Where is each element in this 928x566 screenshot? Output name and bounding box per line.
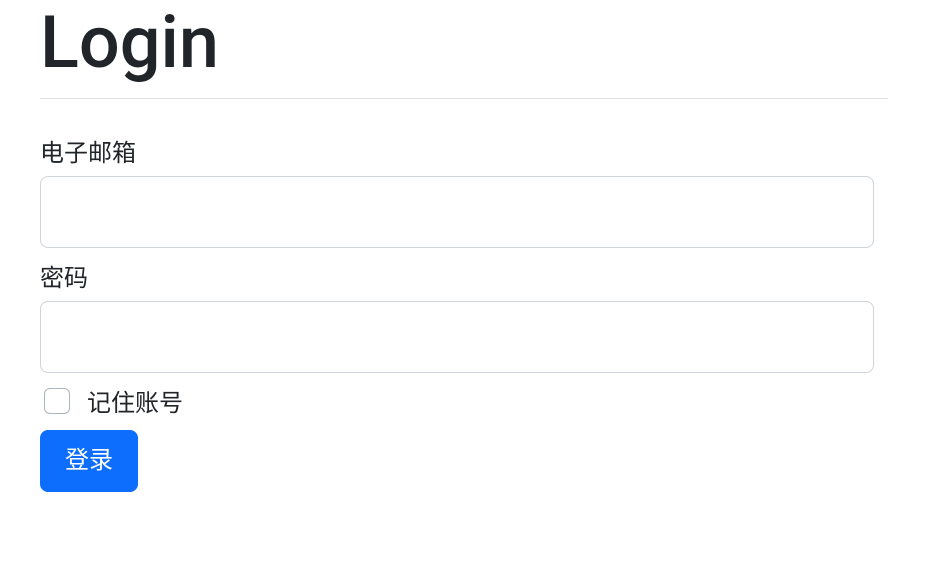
- password-label: 密码: [40, 258, 888, 293]
- email-group: 电子邮箱: [40, 133, 888, 248]
- email-field[interactable]: [40, 176, 874, 248]
- email-label: 电子邮箱: [40, 133, 888, 168]
- login-container: Login 电子邮箱 密码 记住账号 登录: [0, 0, 928, 492]
- divider: [40, 98, 888, 99]
- remember-label: 记住账号: [87, 383, 183, 418]
- login-button[interactable]: 登录: [40, 430, 138, 491]
- password-field[interactable]: [40, 301, 874, 373]
- password-group: 密码: [40, 258, 888, 373]
- remember-row: 记住账号: [40, 383, 888, 418]
- remember-checkbox[interactable]: [44, 388, 70, 414]
- page-title: Login: [40, 0, 888, 86]
